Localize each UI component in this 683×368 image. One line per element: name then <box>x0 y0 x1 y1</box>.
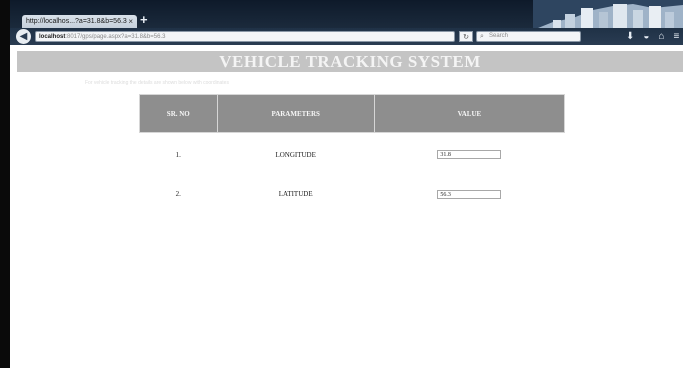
tab-title: http://localhos...?a=31.8&b=56.3 <box>26 18 127 25</box>
header-sr-no: SR. NO <box>139 94 218 133</box>
new-tab-button[interactable]: + <box>140 12 148 27</box>
tab-strip: http://localhos...?a=31.8&b=56.3 × + <box>10 0 683 45</box>
reload-icon[interactable]: ↻ <box>459 31 473 42</box>
table-header-row: SR. NO PARAMETERS VALUE <box>139 94 566 133</box>
home-icon[interactable]: ⌂ <box>658 30 664 43</box>
search-icon: ⌕ <box>480 33 484 40</box>
parameters-table: SR. NO PARAMETERS VALUE 1. LONGITUDE 31.… <box>139 94 566 212</box>
browser-tab[interactable]: http://localhos...?a=31.8&b=56.3 × <box>22 15 137 28</box>
navigation-bar: ◀ localhost:8017/gps/page.aspx?a=31.8&b=… <box>10 28 683 45</box>
tab-close-icon[interactable]: × <box>128 15 133 28</box>
header-parameters: PARAMETERS <box>216 94 375 133</box>
toolbar-icons: ⬇ ◒ ⌂ ≡ <box>626 30 679 43</box>
value-cell: 31.8 <box>374 133 564 177</box>
longitude-field[interactable]: 31.8 <box>437 150 502 159</box>
back-arrow-icon[interactable]: ◀ <box>16 29 31 44</box>
url-host: localhost <box>39 34 66 40</box>
latitude-field[interactable]: 56.3 <box>437 189 502 199</box>
status-text: For vehicle tracking the details are sho… <box>85 80 229 86</box>
value-cell: 56.3 <box>374 176 564 212</box>
sr-cell: 2. <box>175 190 181 198</box>
menu-icon[interactable]: ≡ <box>673 30 679 43</box>
download-icon[interactable]: ⬇ <box>626 30 634 43</box>
table-row: 1. LONGITUDE 31.8 <box>140 133 565 177</box>
pocket-icon[interactable]: ◒ <box>643 30 649 43</box>
table-row: 2. LATITUDE 56.3 <box>140 176 565 212</box>
search-placeholder: Search <box>489 33 509 39</box>
url-path: :8017/gps/page.aspx?a=31.8&b=56.3 <box>65 34 166 40</box>
window-edge <box>0 0 10 368</box>
sr-cell: 1. <box>175 150 181 159</box>
header-value: VALUE <box>373 94 566 133</box>
parameter-cell: LONGITUDE <box>275 150 316 159</box>
parameter-cell: LATITUDE <box>278 190 313 198</box>
url-bar[interactable]: localhost:8017/gps/page.aspx?a=31.8&b=56… <box>35 31 455 42</box>
page-title: VEHICLE TRACKING SYSTEM <box>17 51 683 72</box>
search-input[interactable]: ⌕ Search <box>476 31 581 42</box>
